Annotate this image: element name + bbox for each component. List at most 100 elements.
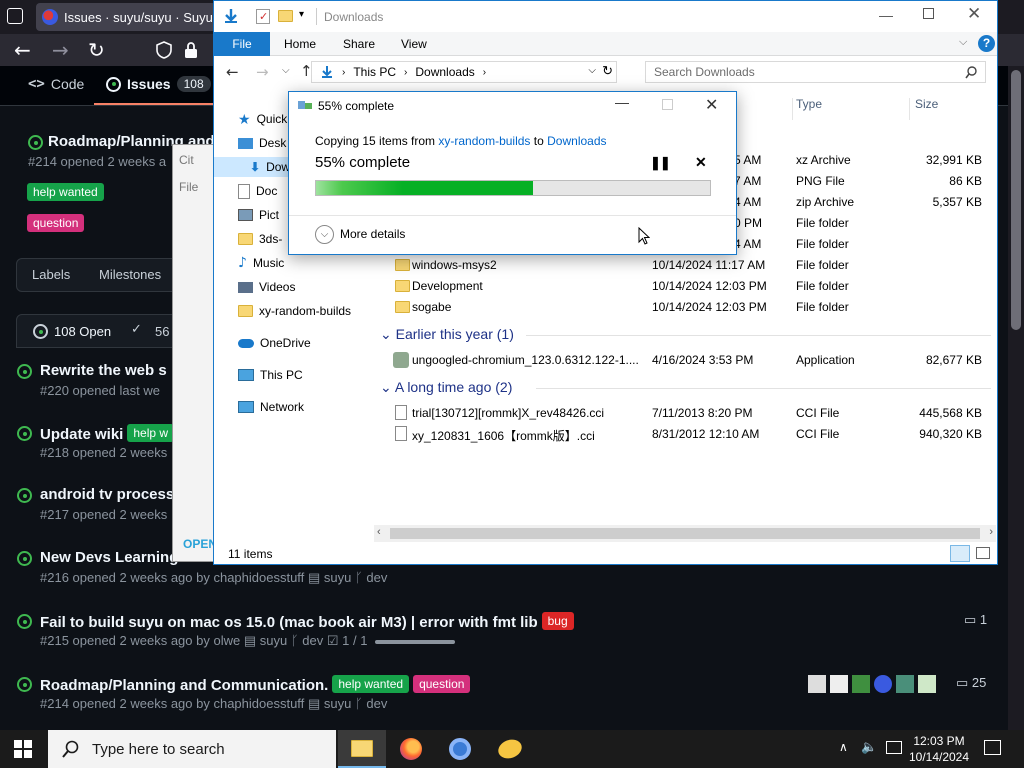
issue-title[interactable]: Rewrite the web s <box>40 362 167 379</box>
nav-item-documents[interactable]: Doc <box>238 181 277 201</box>
issue-item[interactable]: Roadmap/Planning and Communication. help … <box>0 675 1010 715</box>
horizontal-scrollbar[interactable]: ‹ › <box>374 525 996 542</box>
properties-icon[interactable]: ✓ <box>256 9 270 24</box>
quick-access-dropdown-icon[interactable]: ▾ <box>299 9 304 20</box>
taskbar-firefox[interactable] <box>387 730 435 768</box>
close-icon[interactable]: ✕ <box>705 95 718 115</box>
nav-item-3ds[interactable]: 3ds- <box>238 229 282 249</box>
notifications-icon[interactable] <box>984 740 1001 755</box>
avatar[interactable] <box>896 675 914 693</box>
back-icon[interactable]: ← <box>226 63 239 81</box>
nav-item-pictures[interactable]: Pict <box>238 205 279 225</box>
pause-icon[interactable]: ❚❚ <box>650 155 671 171</box>
reload-icon[interactable]: ↻ <box>88 38 105 62</box>
nav-item-music[interactable]: ♪ Music <box>238 253 284 273</box>
ribbon-expand-icon[interactable]: ⌵ <box>959 36 967 49</box>
issue-branch[interactable]: dev <box>366 696 387 711</box>
issue-title[interactable]: Roadmap/Planning and Communication. help … <box>40 675 471 694</box>
lock-icon[interactable] <box>184 41 198 59</box>
avatar[interactable] <box>918 675 936 693</box>
expand-chevron-icon[interactable]: ⌵ <box>315 225 334 244</box>
scroll-left-icon[interactable]: ‹ <box>377 526 381 538</box>
label-question[interactable]: question <box>27 214 85 232</box>
comment-count[interactable]: ▭ 25 <box>956 675 986 691</box>
volume-muted-icon[interactable]: 🔈 <box>861 740 877 755</box>
issue-item[interactable]: Fail to build suyu on mac os 15.0 (mac b… <box>0 612 1010 652</box>
ribbon-tab-view[interactable]: View <box>401 37 427 51</box>
back-arrow-icon[interactable]: ← <box>14 38 31 62</box>
nav-item-desktop[interactable]: Desk <box>238 133 286 153</box>
comment-count[interactable]: ▭ 1 <box>964 612 987 628</box>
nav-item-xy-random-builds[interactable]: xy-random-builds <box>238 301 351 321</box>
closed-count[interactable]: 56 <box>155 324 169 339</box>
shield-icon[interactable] <box>156 41 172 59</box>
issue-title[interactable]: Update wiki help w <box>40 424 175 443</box>
show-hidden-icons-chevron-icon[interactable]: ∧ <box>839 740 848 754</box>
vertical-scroll-area[interactable] <box>989 1 997 541</box>
issue-title[interactable]: android tv process <box>40 486 174 503</box>
forward-arrow-icon[interactable]: → <box>52 38 69 62</box>
label-help-wanted[interactable]: help wanted <box>27 183 104 201</box>
issue-repo[interactable]: suyu <box>260 633 287 648</box>
ribbon-tab-home[interactable]: Home <box>284 37 316 51</box>
minimize-icon[interactable]: — <box>615 94 629 110</box>
refresh-icon[interactable]: ↻ <box>602 63 613 79</box>
taskbar-chromium[interactable] <box>436 730 484 768</box>
nav-item-this-pc[interactable]: This PC <box>238 365 303 385</box>
large-icons-view-icon[interactable] <box>976 547 990 559</box>
minimize-icon[interactable]: — <box>879 7 893 23</box>
taskbar-search-box[interactable]: Type here to search <box>48 730 336 768</box>
background-window-open-tab[interactable]: OPEN <box>183 537 217 551</box>
search-input[interactable]: Search Downloads <box>645 61 986 83</box>
tab-code[interactable]: <> Code <box>28 76 84 92</box>
recent-locations-icon[interactable]: ⌵ <box>282 65 290 76</box>
nav-item-videos[interactable]: Videos <box>238 277 295 297</box>
maximize-icon[interactable] <box>923 8 934 19</box>
network-status-icon[interactable] <box>886 741 902 754</box>
issue-branch[interactable]: dev <box>302 633 323 648</box>
address-dropdown-icon[interactable]: ⌵ <box>588 65 596 76</box>
milestones-button[interactable]: Milestones <box>99 267 161 282</box>
close-icon[interactable]: ✕ <box>967 4 981 24</box>
column-header-type[interactable]: Type <box>796 97 822 111</box>
breadcrumb-downloads[interactable]: Downloads <box>415 65 474 79</box>
nav-item-quick-access[interactable]: ★ Quick <box>238 109 287 129</box>
avatar[interactable] <box>830 675 848 693</box>
label-help-wanted[interactable]: help wanted <box>332 675 410 693</box>
destination-folder-link[interactable]: Downloads <box>547 134 606 148</box>
ribbon-tab-file[interactable]: File <box>214 32 270 56</box>
horizontal-scroll-thumb[interactable] <box>390 528 980 539</box>
page-scroll-thumb[interactable] <box>1011 70 1021 330</box>
label-help-wanted[interactable]: help w <box>127 424 175 442</box>
cancel-copy-icon[interactable]: ✕ <box>695 154 707 171</box>
source-folder-link[interactable]: xy-random-builds <box>438 134 530 148</box>
taskbar-file-explorer[interactable] <box>338 730 386 768</box>
nav-item-network[interactable]: Network <box>238 397 304 417</box>
labels-button[interactable]: Labels <box>32 267 70 282</box>
file-row[interactable]: trial[130712][rommk]X_rev48426.cci 7/11/2… <box>393 403 993 424</box>
issue-branch[interactable]: dev <box>366 570 387 585</box>
background-window-menu[interactable]: File <box>179 180 198 194</box>
tab-issues[interactable]: Issues 108 <box>106 76 211 92</box>
file-row[interactable]: windows-msys2 10/14/2024 11:17 AM File fol… <box>393 255 993 276</box>
taskbar-citra[interactable] <box>486 730 534 768</box>
label-question[interactable]: question <box>413 675 471 693</box>
more-details-button[interactable]: More details <box>340 227 405 241</box>
issue-repo[interactable]: suyu <box>324 696 351 711</box>
issue-title[interactable]: Fail to build suyu on mac os 15.0 (mac b… <box>40 612 574 631</box>
details-view-icon[interactable] <box>950 545 970 562</box>
new-folder-icon[interactable] <box>278 10 293 22</box>
group-header-long-ago[interactable]: ⌄ A long time ago (2) <box>380 379 512 396</box>
windows-start-icon[interactable] <box>14 740 32 758</box>
file-row[interactable]: xy_120831_1606【rommk版】.cci 8/31/2012 12:1… <box>393 424 993 445</box>
browser-tab[interactable]: Issues · suyu/suyu · Suyu Git <box>36 3 216 31</box>
avatar[interactable] <box>874 675 892 693</box>
file-row[interactable]: sogabe 10/14/2024 12:03 PM File folder <box>393 297 993 318</box>
file-row[interactable]: Development 10/14/2024 12:03 PM File folde… <box>393 276 993 297</box>
label-bug[interactable]: bug <box>541 612 574 630</box>
forward-icon[interactable]: → <box>256 63 269 81</box>
issue-repo[interactable]: suyu <box>324 570 351 585</box>
address-box[interactable]: › This PC › Downloads › ⌵ ↻ <box>311 61 617 83</box>
group-header-earlier-this-year[interactable]: ⌄ Earlier this year (1) <box>380 326 514 343</box>
column-header-size[interactable]: Size <box>915 97 938 111</box>
